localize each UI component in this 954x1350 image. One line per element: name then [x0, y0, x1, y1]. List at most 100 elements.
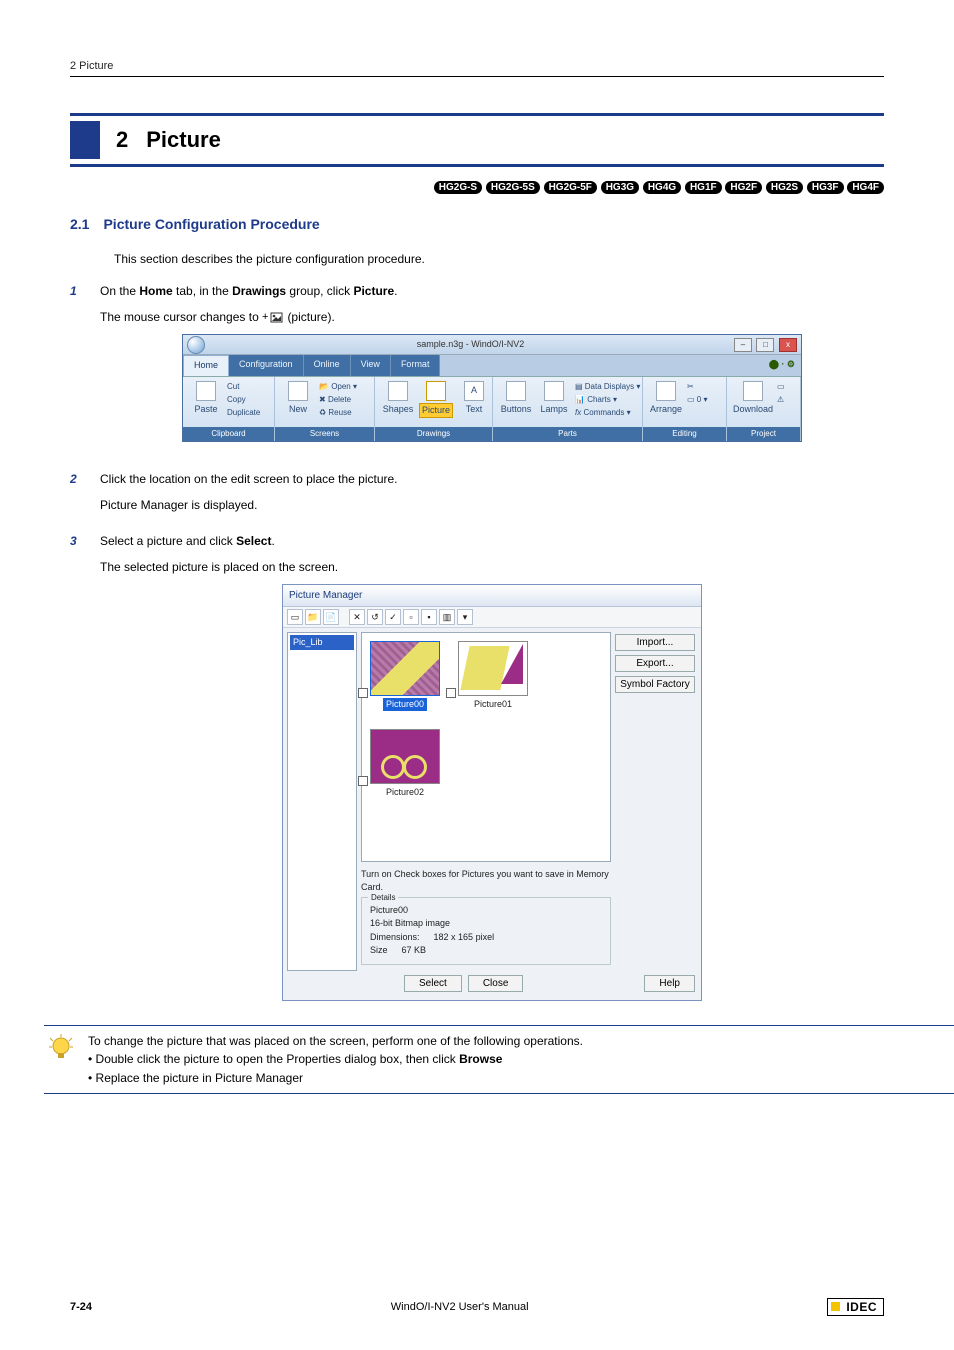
thumbnail: Picture01	[458, 641, 528, 712]
step-text: Select a picture and click Select.	[100, 532, 884, 550]
toolbar-icon: ▪	[421, 609, 437, 625]
step-number: 2	[70, 470, 100, 522]
pm-category-tree: Pic_Lib	[287, 632, 357, 971]
subsection-title: Picture Configuration Procedure	[103, 216, 319, 232]
tip-lead: To change the picture that was placed on…	[88, 1032, 583, 1051]
export-button: Export...	[615, 655, 695, 672]
toolbar-icon: ↺	[367, 609, 383, 625]
toolbar-dropdown-icon: ▾	[457, 609, 473, 625]
badge: HG2F	[725, 181, 762, 194]
toolbar-icon: ✕	[349, 609, 365, 625]
toolbar-icon: 📄	[323, 609, 339, 625]
group-label: Parts	[493, 427, 642, 441]
tab-view: View	[351, 355, 391, 376]
step-subtext: Picture Manager is displayed.	[100, 496, 884, 514]
tip-item: Double click the picture to open the Pro…	[88, 1050, 583, 1069]
ribbon-screenshot: sample.n3g - WindO/I-NV2 – □ x Home Conf…	[182, 334, 802, 442]
badge: HG4G	[643, 181, 681, 194]
tree-node: Pic_Lib	[290, 635, 354, 651]
buttons-button: Buttons	[499, 381, 533, 417]
screens-items: 📂 Open ▾ ✖ Delete ♻ Reuse	[319, 381, 357, 419]
section-accent	[70, 121, 100, 159]
step-subtext: The selected picture is placed on the sc…	[100, 558, 884, 576]
tab-online: Online	[304, 355, 351, 376]
group-label: Drawings	[375, 427, 492, 441]
checkbox-icon	[358, 776, 368, 786]
pm-side-buttons: Import... Export... Symbol Factory	[611, 628, 701, 975]
thumbnail: Picture00	[370, 641, 440, 712]
download-button: Download	[733, 381, 773, 417]
section-heading: 2 Picture	[70, 113, 884, 167]
maximize-icon: □	[756, 338, 774, 352]
close-icon: x	[779, 338, 797, 352]
tip-box: To change the picture that was placed on…	[44, 1025, 954, 1095]
brand-logo: IDEC	[827, 1298, 884, 1316]
badge: HG2G-S	[434, 181, 482, 194]
project-items: ▭⚠	[777, 381, 785, 406]
step-text: On the Home tab, in the Drawings group, …	[100, 282, 884, 300]
details-name: Picture00	[370, 904, 602, 918]
badge: HG2S	[766, 181, 803, 194]
section-number: 2	[100, 121, 146, 159]
app-orb-icon	[187, 336, 205, 354]
toolbar-icon: ▭	[287, 609, 303, 625]
step-1: 1 On the Home tab, in the Drawings group…	[70, 282, 884, 460]
toolbar-icon: 📁	[305, 609, 321, 625]
tab-home: Home	[183, 355, 229, 376]
details-dim-label: Dimensions:	[370, 931, 420, 945]
step-2: 2 Click the location on the edit screen …	[70, 470, 884, 522]
thumbnail-caption: Picture02	[386, 786, 424, 800]
badge: HG2G-5S	[486, 181, 540, 194]
group-label: Project	[727, 427, 800, 441]
help-icon: ⬤ · ⚙	[763, 355, 801, 376]
shapes-button: Shapes	[381, 381, 415, 417]
thumbnail: Picture02	[370, 729, 440, 800]
picture-manager-screenshot: Picture Manager ▭ 📁 📄 ✕ ↺ ✓ ▫ ▪ ▥ ▾ P	[282, 584, 702, 1001]
close-button: Close	[468, 975, 524, 992]
subsection-number: 2.1	[70, 216, 89, 232]
thumbnail-caption: Picture00	[383, 698, 427, 712]
arrange-button: Arrange	[649, 381, 683, 417]
lightbulb-icon	[44, 1032, 78, 1088]
checkbox-icon	[446, 688, 456, 698]
minimize-icon: –	[734, 338, 752, 352]
badge: HG3G	[601, 181, 639, 194]
window-controls: – □ x	[732, 338, 797, 352]
ribbon-tabs: Home Configuration Online View Format ⬤ …	[183, 355, 801, 377]
details-type: 16-bit Bitmap image	[370, 917, 602, 931]
badge: HG1F	[685, 181, 722, 194]
clipboard-items: Cut Copy Duplicate	[227, 381, 260, 419]
toolbar-icon: ✓	[385, 609, 401, 625]
pm-toolbar: ▭ 📁 📄 ✕ ↺ ✓ ▫ ▪ ▥ ▾	[283, 607, 701, 628]
intro-text: This section describes the picture confi…	[114, 250, 884, 268]
group-label: Screens	[275, 427, 374, 441]
cursor-picture-icon: +	[262, 310, 284, 327]
badge: HG2G-5F	[544, 181, 597, 194]
pm-thumbnail-grid: Picture00 Picture01 Picture02	[361, 632, 611, 862]
tab-format: Format	[391, 355, 441, 376]
paste-button: Paste	[189, 381, 223, 417]
group-label: Editing	[643, 427, 726, 441]
model-badges: HG2G-S HG2G-5S HG2G-5F HG3G HG4G HG1F HG…	[70, 181, 884, 194]
page-footer: 7-24 WindO/I-NV2 User's Manual IDEC	[0, 1298, 954, 1316]
page-number: 7-24	[70, 1301, 92, 1313]
footer-title: WindO/I-NV2 User's Manual	[92, 1301, 827, 1313]
details-legend: Details	[368, 892, 398, 904]
toolbar-icon: ▥	[439, 609, 455, 625]
details-size: 67 KB	[402, 944, 427, 958]
symbol-factory-button: Symbol Factory	[615, 676, 695, 693]
svg-text:+: +	[262, 311, 268, 323]
pm-details: Details Picture00 16-bit Bitmap image Di…	[361, 897, 611, 965]
step-number: 3	[70, 532, 100, 1015]
new-button: New	[281, 381, 315, 417]
group-label: Clipboard	[183, 427, 274, 441]
tip-item: Replace the picture in Picture Manager	[88, 1069, 583, 1088]
import-button: Import...	[615, 634, 695, 651]
section-title: Picture	[146, 121, 221, 159]
picture-button: Picture	[419, 381, 453, 419]
pm-note: Turn on Check boxes for Pictures you wan…	[361, 868, 611, 895]
step-3: 3 Select a picture and click Select. The…	[70, 532, 884, 1015]
text-button: AText	[457, 381, 491, 417]
window-title: sample.n3g - WindO/I-NV2	[209, 338, 732, 352]
lamps-button: Lamps	[537, 381, 571, 417]
